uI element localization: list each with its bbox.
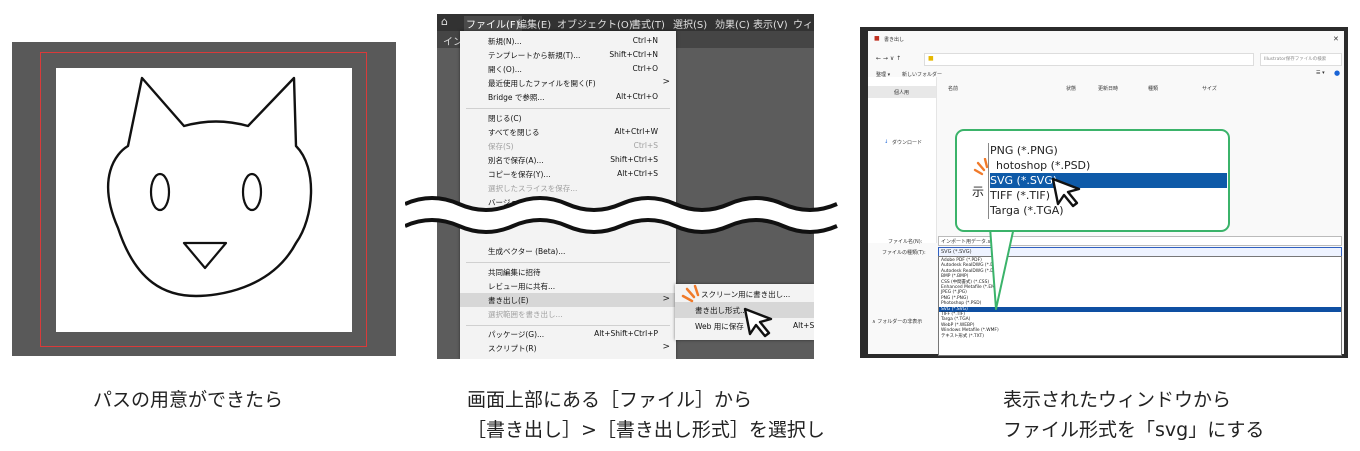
menu-window[interactable]: ウィンドウ (793, 16, 814, 31)
caption-step2-line1: 画面上部にある［ファイル］から (467, 389, 753, 411)
chevron-right-icon: > (662, 342, 670, 352)
click-mark-icon (681, 284, 700, 303)
callout-list-divider (988, 143, 989, 219)
navigation-pane: 個人用 ↓ ダウンロード (868, 77, 937, 243)
menu-bar: ⌂ ファイル(F) 編集(E) オブジェクト(O) 書式(T) 選択(S) 効果… (437, 14, 814, 31)
view-icon[interactable]: ☰ ▾ (1316, 70, 1325, 76)
filename-label: ファイル名(N): (888, 239, 923, 245)
callout-side-char: 示 (972, 185, 985, 199)
caption-step3-line2: ファイル形式を「svg」にする (1003, 419, 1265, 441)
chevron-right-icon: > (662, 294, 670, 304)
menu-object[interactable]: オブジェクト(O) (557, 16, 633, 31)
menu-item-package[interactable]: パッケージ(G)... Alt+Shift+Ctrl+P (460, 327, 676, 341)
menu-separator (466, 262, 670, 263)
mouse-cursor-icon (1051, 177, 1081, 208)
omission-wave-icon (405, 196, 838, 234)
illustrator-canvas (12, 42, 396, 356)
menu-item-open[interactable]: 開く(O)... Ctrl+O (460, 62, 676, 76)
menu-item-scripts[interactable]: スクリプト(R) > (460, 341, 676, 355)
menu-select[interactable]: 選択(S) (673, 16, 707, 31)
menu-item-save-as[interactable]: 別名で保存(A)... Shift+Ctrl+S (460, 153, 676, 167)
help-icon[interactable]: ● (1334, 69, 1340, 77)
menu-item-save[interactable]: 保存(S) Ctrl+S (460, 139, 676, 153)
home-icon[interactable]: ⌂ (441, 15, 448, 28)
caption-step1: パスの用意ができたら (93, 389, 284, 411)
illustrator-file-menu-screenshot: ⌂ ファイル(F) 編集(E) オブジェクト(O) 書式(T) 選択(S) 効果… (437, 14, 814, 359)
menu-item-generative-vector[interactable]: 生成ベクター (Beta)... (460, 244, 676, 258)
ai-app-icon: ■ (874, 35, 880, 42)
callout-pointer (989, 227, 1015, 310)
menu-view[interactable]: 表示(V) (753, 16, 788, 31)
menu-file[interactable]: ファイル(F) (464, 16, 522, 31)
filetype-label: ファイルの種類(T): (882, 250, 926, 256)
menu-item-browse-bridge[interactable]: Bridge で参照... Alt+Ctrl+O (460, 90, 676, 104)
column-modified[interactable]: 更新日時 (1098, 85, 1118, 92)
export-dialog-screenshot: ■ 書き出し ✕ ← → ∨ ↑ ■ Illustrator保存ファイルの検索 … (860, 27, 1348, 358)
menu-type[interactable]: 書式(T) (631, 16, 665, 31)
hide-folders-toggle[interactable]: ∧ フォルダーの非表示 (872, 318, 922, 325)
menu-effect[interactable]: 効果(C) (715, 16, 750, 31)
menu-item-open-recent[interactable]: 最近使用したファイルを開く(F) > (460, 76, 676, 90)
menu-item-save-copy[interactable]: コピーを保存(Y)... Alt+Ctrl+S (460, 167, 676, 181)
chevron-right-icon: > (662, 77, 670, 87)
click-mark-icon (973, 158, 989, 176)
download-icon: ↓ (884, 139, 889, 145)
caption-step3-line1: 表示されたウィンドウから (1003, 389, 1232, 411)
folder-icon: ■ (928, 55, 934, 62)
mouse-cursor-icon (743, 307, 773, 338)
column-type[interactable]: 種類 (1148, 85, 1158, 92)
menu-item-export[interactable]: 書き出し(E) > (460, 293, 676, 307)
menu-item-export-selection[interactable]: 選択範囲を書き出し... (460, 307, 676, 321)
menu-item-close-all[interactable]: すべてを閉じる Alt+Ctrl+W (460, 125, 676, 139)
cat-face-path (107, 76, 313, 298)
column-size[interactable]: サイズ (1202, 85, 1217, 92)
menu-separator (466, 325, 670, 326)
nav-item-download[interactable]: ダウンロード (892, 139, 922, 146)
callout-option[interactable]: TIFF (*.TIF) (990, 188, 1050, 203)
dialog-title: 書き出し (884, 37, 905, 43)
filetype-option[interactable]: テキスト形式 (*.TXT) (939, 334, 1341, 339)
search-input[interactable]: Illustrator保存ファイルの検索 (1260, 53, 1342, 66)
menu-edit[interactable]: 編集(E) (517, 16, 551, 31)
address-bar[interactable]: ■ (924, 53, 1254, 66)
nav-arrows-icon[interactable]: ← → ∨ ↑ (876, 55, 901, 62)
column-name[interactable]: 名前 (948, 85, 958, 92)
callout-option[interactable]: hotoshop (*.PSD) (996, 158, 1090, 173)
nav-item-selected[interactable]: 個人用 (868, 86, 936, 98)
menu-item-new-from-template[interactable]: テンプレートから新規(T)... Shift+Ctrl+N (460, 48, 676, 62)
artboard (56, 68, 352, 332)
close-icon[interactable]: ✕ (1333, 35, 1339, 43)
column-status[interactable]: 状態 (1066, 85, 1076, 92)
menu-item-invite[interactable]: 共同編集に招待 (460, 265, 676, 279)
caption-step2-line2: ［書き出し］>［書き出し形式］を選択し (467, 419, 825, 441)
menu-item-share-review[interactable]: レビュー用に共有... (460, 279, 676, 293)
menu-item-new[interactable]: 新規(N)... Ctrl+N (460, 34, 676, 48)
menu-separator (466, 108, 670, 109)
menu-item-close[interactable]: 閉じる(C) (460, 111, 676, 125)
callout-option-selected[interactable]: SVG (*.SVG) (990, 173, 1227, 188)
callout-option[interactable]: PNG (*.PNG) (990, 143, 1058, 158)
